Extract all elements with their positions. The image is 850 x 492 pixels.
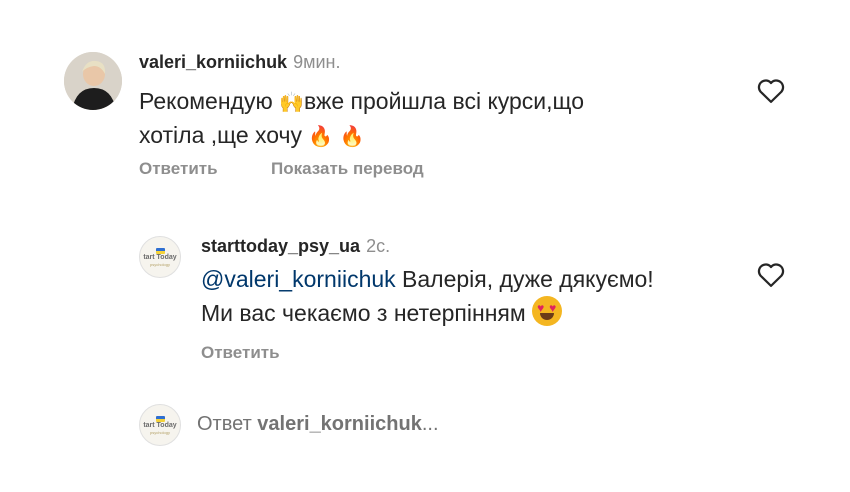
username[interactable]: starttoday_psy_ua [201,236,360,256]
brand-logo-subtext: psychology [149,262,170,267]
fire-emoji: 🔥 [339,124,365,148]
comment-text-part: Рекомендую [139,88,280,114]
show-translation-button[interactable]: Показать перевод [271,159,424,179]
timestamp: 9мин. [293,52,341,72]
reply-username: valeri_korniichuk [257,413,422,435]
comment-text-part: вже пройшла всі курси,що [304,88,584,114]
fire-emoji: 🔥 [308,124,334,148]
username[interactable]: valeri_korniichuk [139,52,287,72]
reply-input[interactable]: Ответ valeri_korniichuk... [197,413,439,436]
comment-text-part: Ми вас чекаємо з нетерпінням [201,300,533,326]
avatar[interactable] [64,52,122,110]
comment-text-part: хотіла ,ще хочу [139,122,309,148]
heart-eyes-emoji: ♥ ♥ [532,296,563,326]
comment-text: @valeri_korniichuk Валерія, дуже дякуємо… [201,263,741,330]
timestamp: 2с. [366,236,391,256]
mention-link[interactable]: @valeri_korniichuk [201,266,396,292]
ukraine-flag-icon [156,248,165,254]
brand-logo-text: tart Today [143,254,177,261]
comment-header: valeri_korniichuk 9мин. [139,52,340,73]
brand-logo-subtext: psychology [149,430,170,435]
comment-header: starttoday_psy_ua 2с. [201,236,390,257]
reply-prefix: Ответ [197,413,258,435]
comment-text-part: Валерія, дуже дякуємо! [395,266,654,292]
user-photo [64,52,122,110]
avatar[interactable]: tart Today psychology [139,236,181,278]
avatar: tart Today psychology [139,404,181,446]
ukraine-flag-icon [156,416,165,422]
brand-logo-text: tart Today [143,422,177,429]
heart-icon[interactable] [756,76,786,104]
comment-text: Рекомендую 🙌вже пройшла всі курси,що хот… [139,85,699,153]
reply-ellipsis: ... [421,413,439,435]
reply-button[interactable]: Ответить [139,159,218,179]
raised-hands-emoji: 🙌 [279,90,305,114]
heart-icon[interactable] [756,260,786,288]
reply-button[interactable]: Ответить [201,343,280,363]
